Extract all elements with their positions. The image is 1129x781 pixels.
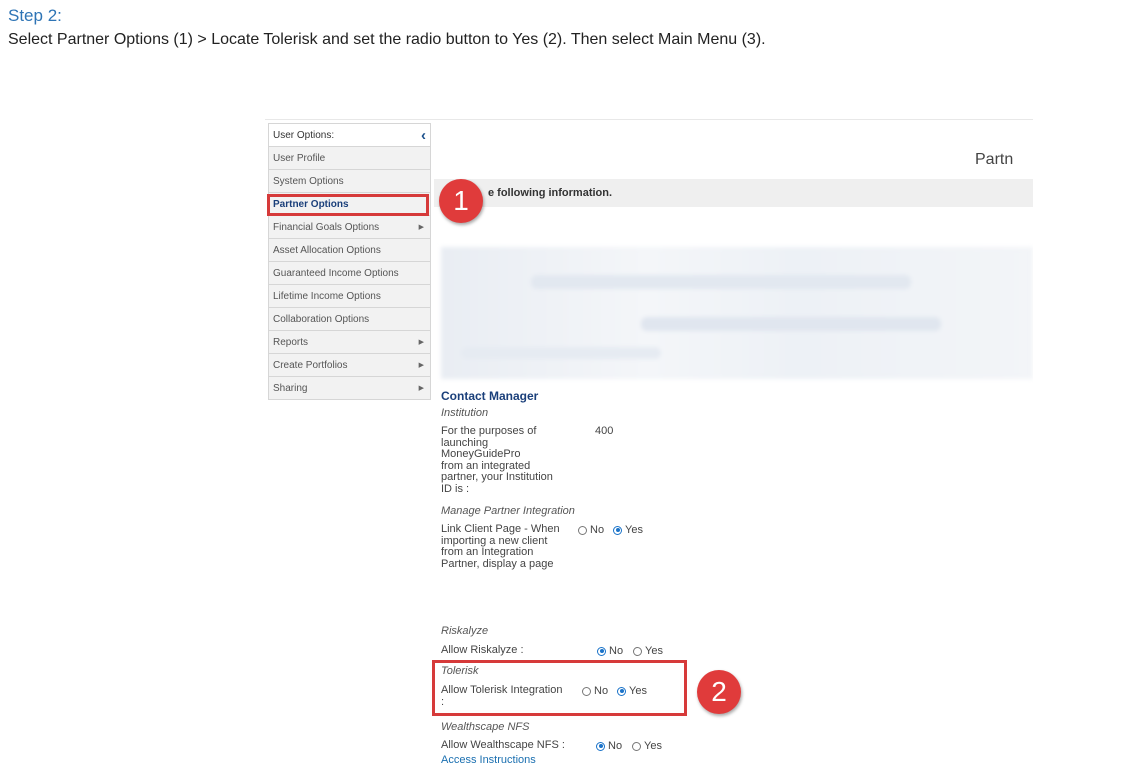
- institution-line: ID is :: [441, 482, 470, 495]
- wealthscape-heading: Wealthscape NFS: [441, 721, 530, 733]
- info-text: e following information.: [488, 187, 613, 199]
- sidebar-item-lifetime-income-options[interactable]: Lifetime Income Options: [269, 285, 430, 308]
- link-client-line: Link Client Page - When: [441, 523, 560, 535]
- sidebar-item-label: Asset Allocation Options: [273, 244, 381, 256]
- sidebar-item-reports[interactable]: Reports ▶: [269, 331, 430, 354]
- institution-line: MoneyGuidePro: [441, 448, 521, 460]
- sidebar-item-label: Sharing: [273, 382, 308, 394]
- tolerisk-heading: Tolerisk: [441, 665, 479, 677]
- sidebar-item-label: User Profile: [273, 152, 326, 164]
- radio-label: Yes: [629, 685, 647, 697]
- link-client-description: Link Client Page - When importing a new …: [441, 523, 571, 570]
- allow-tolerisk-colon: :: [441, 696, 445, 708]
- divider: [265, 119, 1033, 120]
- sidebar-item-user-profile[interactable]: User Profile: [269, 147, 430, 170]
- sidebar-item-label: Create Portfolios: [273, 359, 348, 371]
- sidebar-item-label: System Options: [273, 175, 344, 187]
- radio-icon: [633, 646, 642, 656]
- caret-right-icon: ▶: [418, 385, 424, 392]
- radio-icon: [578, 525, 587, 535]
- sidebar-item-sharing[interactable]: Sharing ▶: [269, 377, 430, 400]
- wealthscape-yes-radio[interactable]: Yes: [632, 740, 662, 752]
- sidebar-item-asset-allocation-options[interactable]: Asset Allocation Options: [269, 239, 430, 262]
- app-screenshot: User Options: ‹ User Profile System Opti…: [265, 119, 1033, 781]
- caret-right-icon: ▶: [418, 339, 424, 346]
- radio-label: Yes: [625, 524, 643, 536]
- callout-box-partner-options: [267, 194, 429, 216]
- access-instructions-link[interactable]: Access Instructions: [441, 754, 536, 766]
- institution-id-value: 400: [595, 425, 614, 437]
- step-title: Step 2:: [8, 6, 62, 25]
- sidebar-item-label: Financial Goals Options: [273, 221, 380, 233]
- chevron-left-icon[interactable]: ‹: [421, 128, 426, 143]
- redacted-bar: [461, 347, 661, 359]
- sidebar-header: User Options: ‹: [269, 124, 430, 147]
- allow-tolerisk-label: Allow Tolerisk Integration: [441, 684, 563, 696]
- wealthscape-no-radio[interactable]: No: [596, 740, 622, 752]
- tolerisk-yes-radio[interactable]: Yes: [617, 685, 647, 697]
- callout-badge-2: 2: [697, 670, 741, 714]
- link-client-line: Partner, display a page: [441, 557, 554, 570]
- caret-right-icon: ▶: [418, 224, 424, 231]
- caret-right-icon: ▶: [418, 362, 424, 369]
- radio-label: Yes: [644, 740, 662, 752]
- sidebar-item-financial-goals-options[interactable]: Financial Goals Options ▶: [269, 216, 430, 239]
- institution-line: For the purposes of: [441, 425, 537, 437]
- sidebar-item-create-portfolios[interactable]: Create Portfolios ▶: [269, 354, 430, 377]
- link-client-no-radio[interactable]: No: [578, 524, 604, 536]
- radio-icon: [582, 686, 591, 696]
- sidebar-item-label: Reports: [273, 336, 309, 348]
- page-title: Partn: [975, 151, 1014, 168]
- radio-label: No: [590, 524, 605, 536]
- radio-icon: [632, 741, 641, 751]
- radio-label: No: [609, 645, 624, 657]
- step-instructions: Select Partner Options (1) > Locate Tole…: [8, 31, 766, 48]
- link-client-line: from an Integration: [441, 546, 534, 558]
- sidebar-item-system-options[interactable]: System Options: [269, 170, 430, 193]
- manage-partner-integration-heading: Manage Partner Integration: [441, 505, 575, 517]
- callout-badge-1: 1: [439, 179, 483, 223]
- sidebar-item-collaboration-options[interactable]: Collaboration Options: [269, 308, 430, 331]
- riskalyze-yes-radio[interactable]: Yes: [633, 645, 663, 657]
- institution-heading: Institution: [441, 407, 489, 419]
- radio-label: Yes: [645, 645, 663, 657]
- link-client-yes-radio[interactable]: Yes: [613, 524, 643, 536]
- allow-riskalyze-label: Allow Riskalyze :: [441, 644, 524, 656]
- radio-selected-icon: [596, 741, 605, 751]
- sidebar-item-guaranteed-income-options[interactable]: Guaranteed Income Options: [269, 262, 430, 285]
- sidebar-item-label: Collaboration Options: [273, 313, 370, 325]
- redacted-area: [441, 247, 1033, 379]
- sidebar-item-label: Lifetime Income Options: [273, 290, 381, 302]
- redacted-bar: [531, 275, 911, 289]
- radio-label: No: [608, 740, 623, 752]
- tolerisk-no-radio[interactable]: No: [582, 685, 608, 697]
- redacted-bar: [641, 317, 941, 331]
- radio-selected-icon: [617, 686, 626, 696]
- user-options-sidebar: User Options: ‹ User Profile System Opti…: [268, 123, 431, 400]
- radio-label: No: [594, 685, 609, 697]
- institution-description: For the purposes of launching MoneyGuide…: [441, 425, 571, 495]
- radio-selected-icon: [613, 525, 622, 535]
- sidebar-item-label: Guaranteed Income Options: [273, 267, 399, 279]
- contact-manager-title: Contact Manager: [441, 389, 539, 403]
- riskalyze-no-radio[interactable]: No: [597, 645, 623, 657]
- allow-wealthscape-label: Allow Wealthscape NFS :: [441, 739, 565, 751]
- institution-line: partner, your Institution: [441, 471, 553, 483]
- riskalyze-heading: Riskalyze: [441, 625, 489, 637]
- sidebar-header-label: User Options:: [273, 129, 335, 141]
- radio-selected-icon: [597, 646, 606, 656]
